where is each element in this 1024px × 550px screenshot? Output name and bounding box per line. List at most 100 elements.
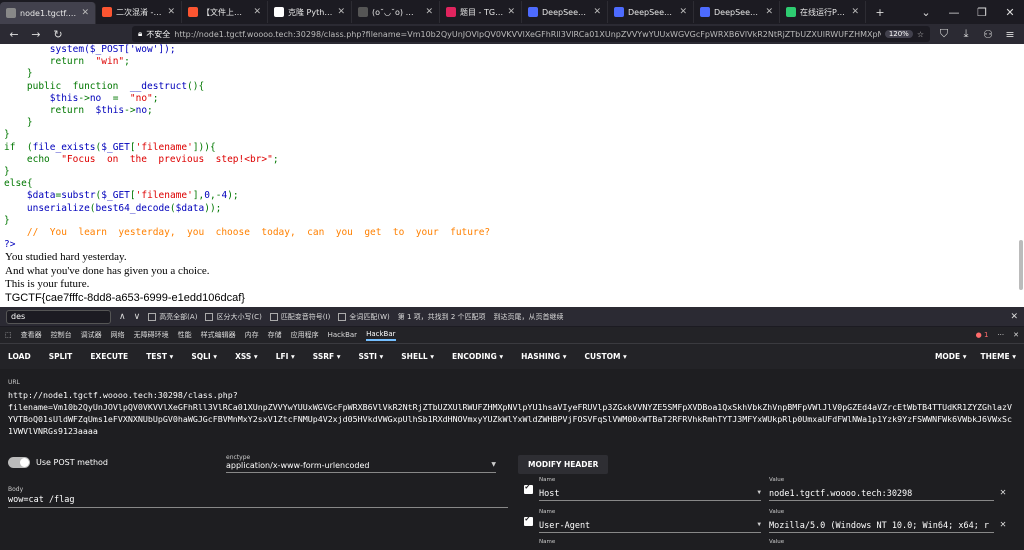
devtools-tab[interactable]: 无障碍环境 [134, 330, 169, 340]
more-options-icon[interactable]: ··· [997, 331, 1004, 339]
header-enabled-checkbox[interactable] [524, 514, 533, 526]
hackbar-menu-item[interactable]: SSTI ▾ [359, 352, 384, 361]
hackbar-menu-item[interactable]: HASHING ▾ [521, 352, 566, 361]
browser-tab[interactable]: 【文件上传绕过】 -✕ [182, 1, 268, 23]
browser-tab[interactable]: DeepSeek | 深度求 ✕ [522, 1, 608, 23]
hackbar-menu-item[interactable]: LFI ▾ [276, 352, 295, 361]
tab-close-icon[interactable]: ✕ [337, 7, 345, 17]
modify-header-button[interactable]: MODIFY HEADER [518, 455, 609, 474]
header-name-field[interactable]: Host ▼ [539, 489, 761, 501]
tab-close-icon[interactable]: ✕ [81, 8, 89, 18]
tab-close-icon[interactable]: ✕ [765, 7, 773, 17]
browser-tab[interactable]: 在线运行PHP - JSON✕ [780, 1, 866, 23]
devtools-tab[interactable]: 样式编辑器 [201, 330, 236, 340]
hackbar-menu-item[interactable]: SQLI ▾ [191, 352, 217, 361]
hackbar-menu-item[interactable]: XSS ▾ [235, 352, 258, 361]
devtools-tab[interactable]: 调试器 [81, 330, 102, 340]
page-scrollbar[interactable] [1019, 240, 1023, 290]
minimize-button[interactable]: — [940, 6, 968, 19]
tab-list-button[interactable]: ⌄ [912, 6, 940, 19]
browser-tab[interactable]: DeepSeek - 探索未 ✕ [694, 1, 780, 23]
devtools-tab[interactable]: 应用程序 [291, 330, 319, 340]
url-label: URL [8, 379, 20, 386]
find-previous-button[interactable]: ∧ [119, 312, 126, 322]
back-button[interactable]: ← [6, 28, 22, 41]
hackbar-menu-right: MODE ▾ THEME ▾ [935, 352, 1016, 361]
code-line: system($_POST['wow']); [4, 44, 176, 55]
reload-button[interactable]: ↻ [50, 28, 66, 41]
browser-tab-bar: node1.tgctf.woooo.tec✕二次混淆 - CSDN博✕【文件上传… [0, 0, 1024, 24]
menu-icon[interactable]: ≡ [1002, 28, 1018, 41]
insecure-icon[interactable]: 🔒︎ [138, 29, 142, 39]
devtools-tab[interactable]: 控制台 [51, 330, 72, 340]
hackbar-menu-item[interactable]: LOAD [8, 352, 31, 361]
devtools-tab[interactable]: 性能 [178, 330, 192, 340]
element-picker-icon[interactable]: ⬚ [5, 331, 12, 339]
window-close-button[interactable]: ✕ [996, 6, 1024, 19]
devtools-tab[interactable]: 网络 [111, 330, 125, 340]
hackbar-menu-item[interactable]: ENCODING ▾ [452, 352, 503, 361]
browser-tab[interactable]: 二次混淆 - CSDN博 ✕ [96, 1, 182, 23]
tab-close-icon[interactable]: ✕ [425, 7, 433, 17]
browser-tab[interactable]: 克隆 Python 代码✕ [268, 1, 352, 23]
post-method-toggle[interactable] [8, 457, 30, 468]
highlight-all-checkbox[interactable]: 高亮全部(A) [148, 312, 197, 322]
hackbar-url-field[interactable]: http://node1.tgctf.woooo.tech:30298/clas… [8, 389, 1014, 437]
zoom-level[interactable]: 120% [884, 30, 913, 38]
hackbar-menu-item[interactable]: EXECUTE [90, 352, 128, 361]
find-next-button[interactable]: ∨ [134, 312, 141, 322]
delete-header-icon[interactable]: ✕ [1000, 519, 1006, 530]
devtools-tab[interactable]: HackBar [328, 331, 357, 339]
match-case-checkbox[interactable]: 区分大小写(C) [205, 312, 262, 322]
browser-tab[interactable]: node1.tgctf.woooo.tec ✕ [0, 2, 96, 24]
tab-favicon-icon [6, 8, 16, 18]
download-icon[interactable]: ⤓ [958, 27, 974, 41]
header-value-field[interactable]: Mozilla/5.0 (Windows NT 10.0; Win64; x64… [769, 521, 994, 533]
browser-tab[interactable]: DeepSeek - 探索未 ✕ [608, 1, 694, 23]
body-field[interactable]: wow=cat /flag [8, 493, 508, 508]
browser-tab[interactable]: 题目 - TGCTF 2025 ✕ [440, 1, 522, 23]
code-line: echo "Focus on the previous step!<br>"; [4, 153, 279, 165]
hackbar-menu-item[interactable]: SPLIT [49, 352, 73, 361]
hackbar-menu-item[interactable]: SHELL ▾ [401, 352, 434, 361]
devtools-tab[interactable]: HackBar [366, 330, 396, 341]
tab-close-icon[interactable]: ✕ [507, 7, 515, 17]
whole-words-checkbox[interactable]: 全词匹配(W) [338, 312, 390, 322]
mode-menu[interactable]: MODE ▾ [935, 352, 967, 361]
forward-button[interactable]: → [28, 28, 44, 41]
header-enabled-checkbox[interactable] [524, 482, 533, 494]
theme-menu[interactable]: THEME ▾ [981, 352, 1016, 361]
header-value-field[interactable]: node1.tgctf.woooo.tech:30298 [769, 489, 994, 501]
tab-close-icon[interactable]: ✕ [593, 7, 601, 17]
tab-close-icon[interactable]: ✕ [167, 7, 175, 17]
tab-close-icon[interactable]: ✕ [851, 7, 859, 17]
tab-close-icon[interactable]: ✕ [679, 7, 687, 17]
tab-close-icon[interactable]: ✕ [253, 7, 261, 17]
bookmark-star-icon[interactable]: ☆ [917, 30, 924, 39]
devtools-tab[interactable]: 存储 [268, 330, 282, 340]
devtools-close-button[interactable]: ✕ [1013, 331, 1019, 339]
browser-tab[interactable]: (o˘◡˘o) ノ Hi - XYCT ✕ [352, 1, 440, 23]
extensions-icon[interactable]: ⚇ [980, 28, 996, 41]
find-input[interactable] [6, 309, 111, 324]
url-text[interactable]: http://node1.tgctf.woooo.tech:30298/clas… [174, 30, 881, 39]
header-name-field[interactable]: User-Agent ▼ [539, 521, 761, 533]
chevron-down-icon: ▼ [757, 521, 761, 528]
devtools-tab[interactable]: 内存 [245, 330, 259, 340]
maximize-button[interactable]: ❐ [968, 6, 996, 19]
hackbar-menu-item[interactable]: SSRF ▾ [313, 352, 341, 361]
new-tab-button[interactable]: + [866, 6, 894, 19]
devtools-tab[interactable]: 查看器 [21, 330, 42, 340]
match-diacritics-checkbox[interactable]: 匹配变音符号(I) [269, 312, 330, 322]
code-line: else{ [4, 178, 33, 190]
tab-title: (o˘◡˘o) ノ Hi - XYCT [372, 7, 421, 17]
address-bar[interactable]: 🔒︎ 不安全 http://node1.tgctf.woooo.tech:302… [132, 26, 930, 42]
enctype-select[interactable]: application/x-www-form-urlencoded ▼ [226, 461, 496, 473]
error-count-badge[interactable]: ● 1 [976, 331, 989, 339]
hackbar-menu-item[interactable]: CUSTOM ▾ [584, 352, 626, 361]
delete-header-icon[interactable]: ✕ [1000, 487, 1006, 498]
find-close-button[interactable]: ✕ [1010, 312, 1018, 322]
pocket-icon[interactable]: ⛉ [936, 27, 952, 41]
hackbar-menu-item[interactable]: TEST ▾ [146, 352, 173, 361]
navigation-bar: ← → ↻ 🔒︎ 不安全 http://node1.tgctf.woooo.te… [0, 24, 1024, 44]
